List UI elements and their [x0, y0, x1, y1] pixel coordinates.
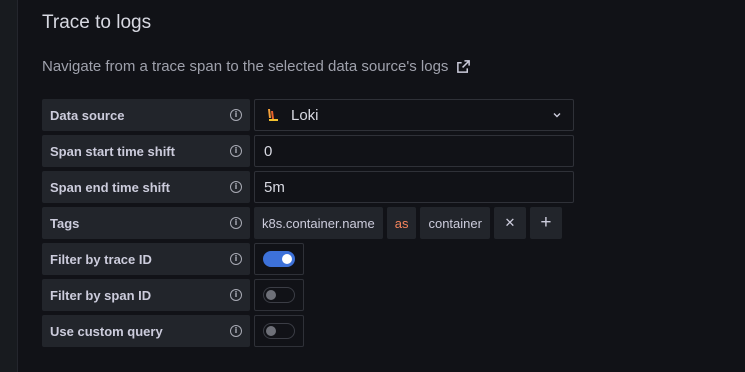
chevron-down-icon — [553, 113, 561, 118]
toggle-knob — [266, 290, 276, 300]
info-icon[interactable]: i — [230, 181, 242, 193]
filter-trace-toggle-box — [254, 243, 304, 275]
label-text: Filter by trace ID — [50, 251, 152, 267]
info-icon[interactable]: i — [230, 253, 242, 265]
span-start-value: 0 — [264, 142, 273, 160]
label-span-start: Span start time shift i — [42, 135, 250, 167]
plus-icon: + — [540, 212, 552, 233]
label-data-source: Data source i — [42, 99, 250, 131]
remove-tag-button[interactable]: ✕ — [493, 207, 526, 239]
data-source-value: Loki — [291, 106, 319, 124]
label-text: Tags — [50, 215, 80, 231]
info-icon[interactable]: i — [230, 289, 242, 301]
tag-as-label: as — [386, 207, 417, 239]
row-span-start: Span start time shift i 0 — [42, 135, 574, 167]
loki-logo-icon — [268, 109, 278, 121]
row-data-source: Data source i Loki — [42, 99, 574, 131]
label-text: Span start time shift — [50, 143, 175, 159]
row-custom-query: Use custom query i — [42, 315, 304, 347]
label-tags: Tags i — [42, 207, 250, 239]
info-icon[interactable]: i — [230, 217, 242, 229]
span-end-input[interactable]: 5m — [254, 171, 574, 203]
add-tag-button[interactable]: + — [529, 207, 562, 239]
label-text: Filter by span ID — [50, 287, 152, 303]
row-span-end: Span end time shift i 5m — [42, 171, 574, 203]
toggle-knob — [282, 254, 292, 264]
data-source-select[interactable]: Loki — [254, 99, 574, 131]
row-filter-span: Filter by span ID i — [42, 279, 304, 311]
label-text: Use custom query — [50, 323, 163, 339]
filter-span-toggle-box — [254, 279, 304, 311]
tag-key-input[interactable]: k8s.container.name — [254, 207, 383, 239]
info-icon[interactable]: i — [230, 325, 242, 337]
row-filter-trace: Filter by trace ID i — [42, 243, 304, 275]
label-span-end: Span end time shift i — [42, 171, 250, 203]
custom-query-toggle[interactable] — [263, 323, 295, 339]
span-end-value: 5m — [264, 178, 285, 196]
external-link-icon[interactable] — [456, 59, 471, 74]
label-text: Span end time shift — [50, 179, 170, 195]
custom-query-toggle-box — [254, 315, 304, 347]
row-tags: Tags i k8s.container.name as container ✕… — [42, 207, 562, 239]
filter-span-toggle[interactable] — [263, 287, 295, 303]
toggle-knob — [266, 326, 276, 336]
label-filter-trace: Filter by trace ID i — [42, 243, 250, 275]
label-text: Data source — [50, 107, 125, 123]
left-rail — [0, 0, 18, 372]
section-title: Trace to logs — [42, 12, 152, 33]
span-start-input[interactable]: 0 — [254, 135, 574, 167]
label-custom-query: Use custom query i — [42, 315, 250, 347]
tag-alias-input[interactable]: container — [420, 207, 490, 239]
filter-trace-toggle[interactable] — [263, 251, 295, 267]
description-text: Navigate from a trace span to the select… — [42, 58, 449, 75]
info-icon[interactable]: i — [230, 145, 242, 157]
label-filter-span: Filter by span ID i — [42, 279, 250, 311]
section-description: Navigate from a trace span to the select… — [42, 58, 471, 75]
info-icon[interactable]: i — [230, 109, 242, 121]
close-icon: ✕ — [504, 215, 516, 230]
